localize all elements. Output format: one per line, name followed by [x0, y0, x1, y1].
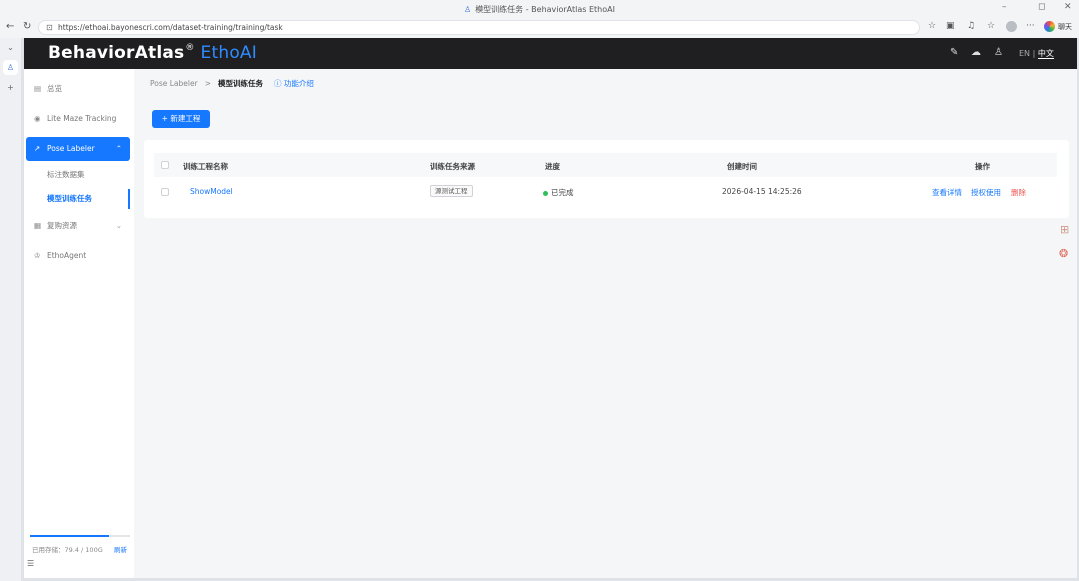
- help-circle-icon: ⓘ: [273, 79, 282, 88]
- more-icon[interactable]: ···: [1026, 21, 1035, 31]
- sidebar-item-purchase[interactable]: ▦ 复购资源 ⌄: [26, 214, 130, 238]
- dashboard-icon: ▤: [34, 84, 42, 93]
- edit-icon[interactable]: ✎: [950, 47, 958, 58]
- col-progress: 进度: [545, 162, 560, 171]
- chevron-down-icon: ⌄: [115, 221, 122, 230]
- user-icon[interactable]: ♙: [994, 47, 1003, 58]
- breadcrumb: Pose Labeler > 模型训练任务 ⓘ 功能介绍: [150, 79, 314, 88]
- collapse-sidebar-icon[interactable]: ☰: [27, 559, 34, 568]
- status-badge: 已完成: [543, 187, 574, 198]
- star-icon[interactable]: ☆: [928, 21, 936, 31]
- storage-refresh-link[interactable]: 刷新: [114, 544, 127, 554]
- minimize-icon[interactable]: –: [1002, 2, 1007, 12]
- help-link[interactable]: ⓘ 功能介绍: [274, 79, 314, 88]
- training-table-card: 训练工程名称 训练任务来源 进度 创建时间 操作 ShowModel 源测试工程…: [144, 140, 1069, 218]
- robot-icon: ♔: [34, 251, 41, 260]
- refresh-icon[interactable]: ↻: [23, 21, 31, 32]
- col-source: 训练任务来源: [430, 162, 475, 171]
- window-title: ♙ 模型训练任务 - BehaviorAtlas EthoAI: [464, 5, 615, 14]
- storage-progress-fill: [30, 535, 109, 537]
- new-tab-icon[interactable]: +: [0, 83, 21, 92]
- copilot-icon[interactable]: [1044, 21, 1055, 32]
- table-header: 训练工程名称 训练任务来源 进度 创建时间 操作: [154, 153, 1057, 177]
- view-details-link[interactable]: 查看详情: [932, 187, 962, 198]
- address-bar[interactable]: ⊡ https://ethoai.bayonescri.com/dataset-…: [38, 20, 920, 35]
- sidebar-item-ethoagent[interactable]: ♔ EthoAgent: [26, 244, 130, 268]
- close-icon[interactable]: ✕: [1064, 2, 1072, 12]
- sidebar-subitem-dataset[interactable]: 标注数据集: [26, 165, 130, 185]
- storage-label: 已用存储：79.4 / 100G: [32, 546, 103, 554]
- new-project-button[interactable]: + 新建工程: [152, 110, 210, 128]
- main-content: Pose Labeler > 模型训练任务 ⓘ 功能介绍 + 新建工程 训练工程名称 …: [134, 69, 1077, 578]
- reader-icon[interactable]: ▣: [946, 21, 955, 31]
- col-created: 创建时间: [727, 162, 757, 171]
- maximize-icon[interactable]: ◻: [1038, 2, 1045, 12]
- active-tab-icon[interactable]: ♙: [3, 60, 18, 75]
- logo[interactable]: BehaviorAtlas® EthoAI: [48, 43, 257, 63]
- col-name: 训练工程名称: [183, 162, 228, 171]
- col-actions: 操作: [975, 162, 990, 171]
- float-panel-icon[interactable]: ⊞: [1060, 223, 1069, 236]
- site-favicon-icon: ♙: [464, 5, 472, 14]
- breadcrumb-parent[interactable]: Pose Labeler: [150, 79, 198, 88]
- app-root: BehaviorAtlas® EthoAI ✎ ☁ ♙ EN | 中文 ▤ 总览 ◉…: [24, 38, 1077, 578]
- back-icon[interactable]: ←: [6, 21, 14, 32]
- window-titlebar: ♙ 模型训练任务 - BehaviorAtlas EthoAI – ◻ ✕: [0, 0, 1079, 18]
- sidebar: ▤ 总览 ◉ Lite Maze Tracking ↗ Pose Labeler ⌃ …: [24, 69, 134, 578]
- copilot-label[interactable]: 聊天: [1058, 22, 1072, 32]
- sidebar-subitem-training[interactable]: 模型训练任务: [26, 189, 130, 209]
- created-time: 2026-04-15 14:25:26: [722, 187, 802, 196]
- sidebar-item-overview[interactable]: ▤ 总览: [26, 77, 130, 101]
- lock-icon: ⊡: [46, 23, 53, 32]
- collapse-tabs-icon[interactable]: ⌄: [0, 43, 21, 52]
- status-dot: [543, 190, 548, 196]
- favorites-icon[interactable]: ☆: [987, 21, 995, 31]
- authorize-link[interactable]: 授权使用: [971, 187, 1001, 198]
- vertical-tabs: ⌄ ♙ +: [0, 38, 21, 581]
- language-switch[interactable]: EN | 中文: [1019, 48, 1054, 59]
- sidebar-item-lite-maze[interactable]: ◉ Lite Maze Tracking: [26, 107, 130, 131]
- bell-icon[interactable]: ♫: [967, 21, 975, 31]
- cloud-icon[interactable]: ☁: [971, 47, 981, 58]
- chart-icon: ↗: [34, 144, 41, 153]
- float-avatar-icon[interactable]: ❂: [1059, 247, 1068, 260]
- storage-progress-bar: [30, 535, 130, 537]
- app-header: BehaviorAtlas® EthoAI ✎ ☁ ♙ EN | 中文: [24, 38, 1077, 69]
- chevron-up-icon: ⌃: [115, 144, 122, 153]
- breadcrumb-current: 模型训练任务: [217, 79, 263, 88]
- profile-icon[interactable]: [1006, 21, 1017, 32]
- row-checkbox[interactable]: [161, 188, 169, 196]
- delete-link[interactable]: 删除: [1011, 187, 1026, 198]
- address-bar-row: ← ↻ ⊡ https://ethoai.bayonescri.com/data…: [0, 18, 1079, 38]
- eye-icon: ◉: [34, 114, 41, 123]
- select-all-checkbox[interactable]: [161, 161, 169, 169]
- project-name-link[interactable]: ShowModel: [190, 187, 233, 196]
- sidebar-item-pose-labeler[interactable]: ↗ Pose Labeler ⌃: [26, 137, 130, 161]
- url-text[interactable]: https://ethoai.bayonescri.com/dataset-tr…: [58, 23, 283, 32]
- database-icon: ▦: [34, 221, 42, 230]
- source-tag: 源测试工程: [430, 185, 473, 197]
